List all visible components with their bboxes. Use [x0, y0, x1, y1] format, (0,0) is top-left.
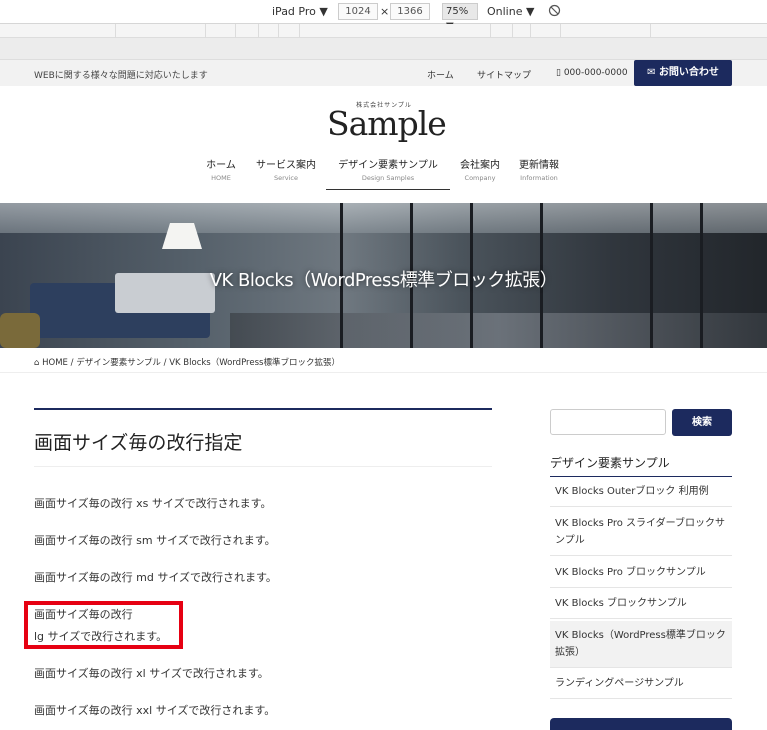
breadcrumb: ⌂ HOME / デザイン要素サンプル / VK Blocks（WordPres…	[34, 356, 340, 368]
nav-item-service[interactable]: サービス案内 Service	[253, 156, 319, 182]
media-query-ruler	[0, 24, 767, 38]
contact-button[interactable]: ✉ お問い合わせ	[634, 60, 732, 86]
device-ruler	[0, 38, 767, 60]
hero-title: VK Blocks（WordPress標準ブロック拡張）	[209, 270, 558, 291]
mail-icon: ✉	[647, 67, 656, 78]
paragraph-xl: 画面サイズ毎の改行 xl サイズで改行されます。	[34, 667, 269, 680]
heading-bottom-border	[34, 466, 492, 467]
paragraph-md: 画面サイズ毎の改行 md サイズで改行されます。	[34, 571, 277, 584]
devtools-toolbar: iPad Pro ▼ 1024 × 1366 75% ▼ Online ▼	[0, 0, 767, 32]
dropdown-arrow-icon: ▼	[319, 5, 328, 18]
hero-floor	[230, 313, 767, 348]
paragraph-sm: 画面サイズ毎の改行 sm サイズで改行されます。	[34, 534, 276, 547]
network-label: Online	[487, 5, 523, 18]
header-link-sitemap[interactable]: サイトマップ	[477, 68, 531, 81]
rotate-icon[interactable]	[548, 4, 561, 20]
paragraph-xxl: 画面サイズ毎の改行 xxl サイズで改行されます。	[34, 704, 276, 717]
paragraph-xs: 画面サイズ毎の改行 xs サイズで改行されます。	[34, 497, 272, 510]
nav-item-design-samples[interactable]: デザイン要素サンプル Design Samples	[326, 156, 450, 190]
sidebar-title: デザイン要素サンプル	[550, 456, 670, 470]
phone-icon: ▯	[556, 68, 561, 78]
section-heading: 画面サイズ毎の改行指定	[34, 432, 243, 454]
nav-item-information[interactable]: 更新情報 Information	[514, 156, 564, 182]
global-nav: ホーム HOME サービス案内 Service デザイン要素サンプル Desig…	[0, 156, 767, 192]
nav-sublabel: HOME	[211, 174, 231, 182]
device-select[interactable]: iPad Pro ▼	[272, 5, 328, 18]
nav-label: 更新情報	[519, 160, 559, 171]
breadcrumb-home[interactable]: HOME	[42, 358, 68, 368]
divider	[0, 372, 767, 373]
logo-text: Sample	[327, 104, 447, 143]
home-icon: ⌂	[34, 358, 40, 368]
highlight-box	[24, 601, 183, 649]
sidebar-item-slider-block[interactable]: VK Blocks Pro スライダーブロックサンプル	[550, 509, 732, 556]
page-header-hero: VK Blocks（WordPress標準ブロック拡張）	[0, 203, 767, 348]
height-field[interactable]: 1366	[390, 3, 430, 20]
phone-number: ▯ 000-000-0000	[556, 68, 628, 78]
phone-text: 000-000-0000	[563, 68, 628, 78]
site-tagline: WEBに関する様々な問題に対応いたします	[34, 71, 208, 81]
nav-sublabel: Service	[273, 174, 299, 182]
nav-sublabel: Design Samples	[361, 174, 415, 182]
width-field[interactable]: 1024	[338, 3, 378, 20]
sidebar-widget-header	[550, 718, 732, 730]
search-input[interactable]	[550, 409, 666, 435]
nav-label: デザイン要素サンプル	[338, 160, 438, 171]
sidebar-item-landing-page[interactable]: ランディングページサンプル	[550, 669, 732, 699]
network-select[interactable]: Online ▼	[487, 5, 534, 18]
heading-top-border	[34, 408, 492, 410]
zoom-label: 75%	[446, 6, 469, 17]
nav-label: 会社案内	[460, 160, 500, 171]
breadcrumb-separator: /	[70, 358, 74, 368]
nav-item-company[interactable]: 会社案内 Company	[456, 156, 504, 182]
nav-label: ホーム	[206, 160, 236, 171]
nav-sublabel: Information	[520, 174, 558, 182]
breadcrumb-separator: /	[163, 358, 167, 368]
breadcrumb-current: VK Blocks（WordPress標準ブロック拡張）	[169, 358, 340, 368]
nav-item-home[interactable]: ホーム HOME	[200, 156, 242, 182]
sidebar-item-outer-block[interactable]: VK Blocks Outerブロック 利用例	[550, 477, 732, 507]
site-logo[interactable]: 株式会社サンプル Sample	[327, 100, 447, 143]
header-link-home[interactable]: ホーム	[427, 68, 454, 81]
sidebar-item-blocks[interactable]: VK Blocks ブロックサンプル	[550, 589, 732, 619]
breadcrumb-design-samples[interactable]: デザイン要素サンプル	[76, 358, 161, 368]
zoom-select[interactable]: 75% ▼	[442, 3, 478, 32]
sidebar-item-current[interactable]: VK Blocks（WordPress標準ブロック拡張）	[550, 621, 732, 668]
search-button[interactable]: 検索	[672, 409, 732, 436]
contact-button-label: お問い合わせ	[658, 67, 719, 78]
dimension-separator: ×	[380, 5, 390, 18]
nav-label: サービス案内	[256, 160, 316, 171]
hero-chair	[0, 313, 40, 348]
device-label: iPad Pro	[272, 5, 316, 18]
sidebar-item-pro-block[interactable]: VK Blocks Pro ブロックサンプル	[550, 558, 732, 588]
nav-sublabel: Company	[464, 174, 496, 182]
